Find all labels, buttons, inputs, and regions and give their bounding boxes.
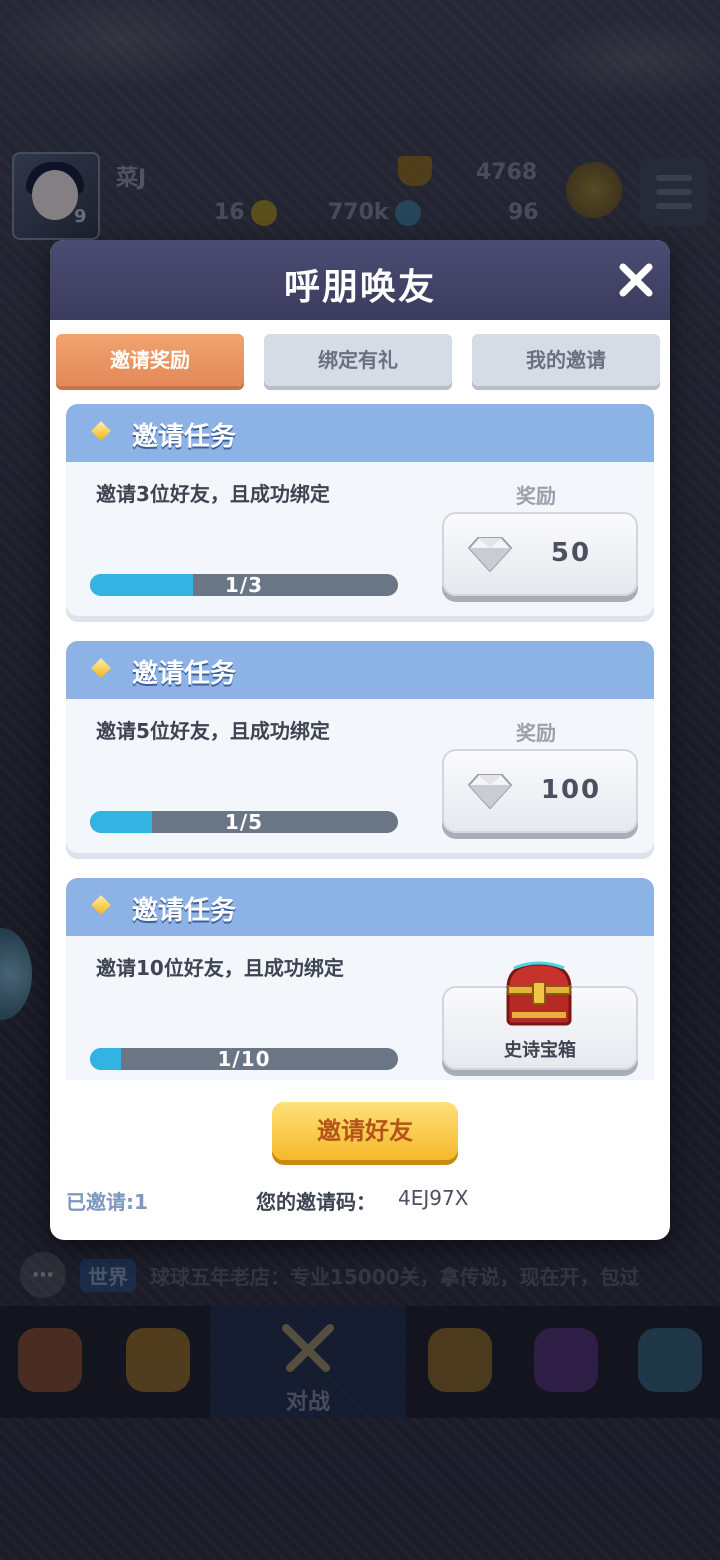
diamond-bullet-icon: [91, 895, 111, 915]
task-card: 邀请任务 邀请10位好友，且成功绑定 1/10 史诗宝箱: [66, 878, 654, 1080]
dialog-title: 呼朋唤友: [283, 267, 436, 308]
task-card-header: 邀请任务: [66, 878, 654, 936]
tab-invite-rewards[interactable]: 邀请奖励: [56, 334, 244, 386]
task-title: 邀请任务: [132, 659, 237, 689]
task-card-header: 邀请任务: [66, 641, 654, 699]
progress-text: 1/10: [217, 1048, 271, 1070]
reward-label: 奖励: [516, 721, 556, 745]
diamond-icon: [468, 537, 512, 572]
task-progress-bar: 1/10: [90, 1048, 398, 1070]
treasure-chest-icon: [506, 961, 572, 1026]
diamond-icon: [468, 774, 512, 809]
task-title: 邀请任务: [132, 896, 237, 926]
tab-binding-gift[interactable]: 绑定有礼: [264, 334, 452, 386]
task-list[interactable]: 邀请任务 邀请3位好友，且成功绑定 奖励 1/3 50 邀请任务 邀请5位好友，…: [50, 400, 670, 1080]
reward-amount: 50: [550, 538, 592, 568]
task-description: 邀请10位好友，且成功绑定: [96, 956, 344, 980]
reward-amount: 100: [540, 775, 602, 805]
task-description: 邀请5位好友，且成功绑定: [96, 719, 330, 743]
task-title: 邀请任务: [132, 422, 237, 452]
reward-label: 奖励: [516, 484, 556, 508]
invite-friends-dialog: 呼朋唤友 邀请奖励 绑定有礼 我的邀请 邀请任务 邀请3位好友，且成功绑定 奖励…: [50, 240, 670, 1240]
progress-text: 1/5: [224, 811, 264, 833]
task-progress-bar: 1/3: [90, 574, 398, 596]
task-description: 邀请3位好友，且成功绑定: [96, 482, 330, 506]
task-card-header: 邀请任务: [66, 404, 654, 462]
invited-count: 已邀请:1: [66, 1190, 148, 1214]
close-icon[interactable]: [616, 260, 656, 300]
progress-text: 1/3: [224, 574, 264, 596]
claim-reward-button[interactable]: 100: [442, 749, 638, 833]
task-progress-bar: 1/5: [90, 811, 398, 833]
tab-my-invites[interactable]: 我的邀请: [472, 334, 660, 386]
invite-code-value[interactable]: 4EJ97X: [398, 1186, 468, 1210]
diamond-bullet-icon: [91, 421, 111, 441]
invite-code-label: 您的邀请码：: [256, 1190, 376, 1214]
task-card: 邀请任务 邀请3位好友，且成功绑定 奖励 1/3 50: [66, 404, 654, 616]
reward-name: 史诗宝箱: [504, 1040, 576, 1061]
diamond-bullet-icon: [91, 658, 111, 678]
invite-friends-button[interactable]: 邀请好友: [272, 1102, 458, 1160]
task-card: 邀请任务 邀请5位好友，且成功绑定 奖励 1/5 100: [66, 641, 654, 853]
claim-reward-button[interactable]: 史诗宝箱: [442, 961, 638, 1070]
tab-bar: 邀请奖励 绑定有礼 我的邀请: [56, 334, 664, 390]
claim-reward-button[interactable]: 50: [442, 512, 638, 596]
dialog-header: 呼朋唤友: [50, 240, 670, 320]
